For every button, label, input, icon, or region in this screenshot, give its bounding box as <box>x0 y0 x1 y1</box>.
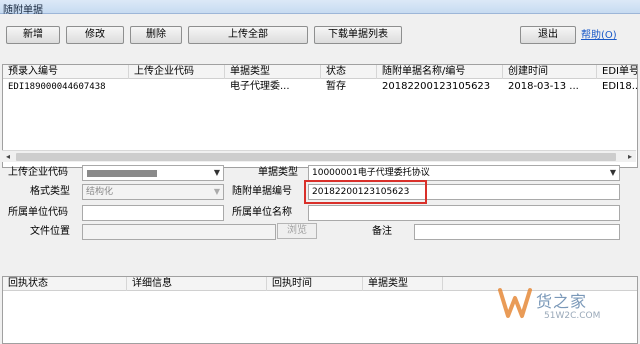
column-header[interactable]: 回执时间 <box>267 277 363 291</box>
column-header[interactable]: 随附单据名称/编号 <box>377 65 503 79</box>
column-header[interactable]: 预录入编号 <box>3 65 129 79</box>
upload-company-select[interactable]: ▼ <box>82 165 224 181</box>
doc-name-number-cell: 20182200123105623 <box>382 81 491 92</box>
column-header[interactable]: 单据类型 <box>363 277 443 291</box>
doc-type-label: 单据类型 <box>258 167 298 178</box>
chevron-down-icon[interactable]: ▼ <box>610 166 616 180</box>
help-link[interactable]: 帮助(O) <box>581 26 617 41</box>
watermark-brand: 货之家 <box>536 292 588 311</box>
format-type-label: 格式类型 <box>30 186 70 197</box>
owner-name-label: 所属单位名称 <box>232 207 292 218</box>
column-header[interactable]: 状态 <box>321 65 377 79</box>
status-cell: 暂存 <box>326 81 346 92</box>
edi-number-cell: EDI18... <box>602 81 638 92</box>
column-header[interactable]: 上传企业代码 <box>129 65 225 79</box>
horizontal-scrollbar[interactable]: ◂ ▸ <box>2 150 636 162</box>
created-time-cell: 2018-03-13 ... <box>508 81 579 92</box>
owner-code-input[interactable] <box>82 205 224 221</box>
table-row[interactable]: EDI189000044607438 电子代理委... 暂存 201822001… <box>3 80 637 94</box>
edit-button[interactable]: 修改 <box>66 26 124 44</box>
format-type-value: 结构化 <box>86 187 114 197</box>
watermark-url: 51W2C.COM <box>544 311 601 321</box>
column-header[interactable]: 回执状态 <box>3 277 127 291</box>
owner-name-input[interactable] <box>308 205 620 221</box>
column-header[interactable]: EDI单号 <box>597 65 637 79</box>
delete-button[interactable]: 删除 <box>130 26 182 44</box>
watermark-logo: 货之家 51W2C.COM <box>498 284 640 340</box>
w-logo-icon <box>498 288 532 318</box>
format-type-select[interactable]: 结构化 ▼ <box>82 184 224 200</box>
upload-company-label: 上传企业代码 <box>8 167 68 178</box>
file-location-input[interactable] <box>82 224 276 240</box>
file-location-label: 文件位置 <box>30 226 70 237</box>
pre-entry-number: EDI189000044607438 <box>8 82 106 92</box>
chevron-down-icon[interactable]: ▼ <box>214 166 220 180</box>
column-header[interactable]: 单据类型 <box>225 65 321 79</box>
remarks-input[interactable] <box>414 224 620 240</box>
new-button[interactable]: 新增 <box>6 26 60 44</box>
column-header[interactable]: 详细信息 <box>127 277 267 291</box>
download-list-button[interactable]: 下载单据列表 <box>314 26 402 44</box>
exit-button[interactable]: 退出 <box>520 26 576 44</box>
browse-button[interactable]: 浏览 <box>277 223 317 239</box>
doc-type-select[interactable]: 10000001电子代理委托协议 ▼ <box>308 165 620 181</box>
owner-code-label: 所属单位代码 <box>8 207 68 218</box>
doc-type-cell: 电子代理委... <box>230 81 290 92</box>
attached-doc-number-label: 随附单据编号 <box>232 186 292 197</box>
annotation-highlight-box <box>304 180 427 204</box>
chevron-down-icon[interactable]: ▼ <box>214 185 220 199</box>
scrollbar-thumb[interactable] <box>16 153 616 161</box>
upload-all-button[interactable]: 上传全部 <box>188 26 308 44</box>
doc-type-value: 10000001电子代理委托协议 <box>312 168 430 178</box>
title-bar: 随附单据 <box>0 0 640 16</box>
scroll-left-icon[interactable]: ◂ <box>2 151 14 163</box>
column-header[interactable]: 创建时间 <box>503 65 597 79</box>
redacted-block <box>87 170 157 177</box>
table-header: 预录入编号 上传企业代码 单据类型 状态 随附单据名称/编号 创建时间 EDI单… <box>3 65 637 79</box>
remarks-label: 备注 <box>372 226 392 237</box>
scroll-right-icon[interactable]: ▸ <box>624 151 636 163</box>
